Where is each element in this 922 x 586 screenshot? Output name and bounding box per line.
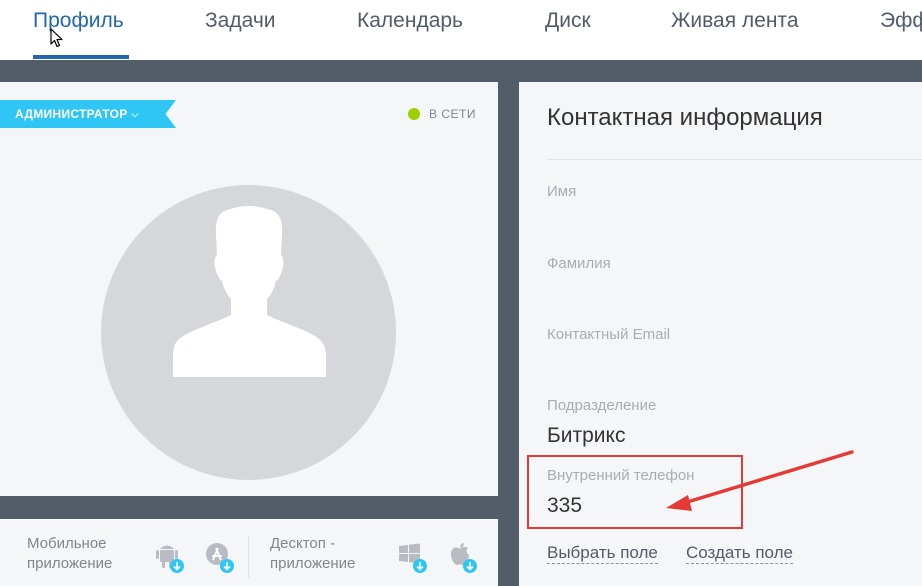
field-label-department: Подразделение xyxy=(547,397,657,414)
chevron-down-icon: ⌵ xyxy=(131,109,139,119)
avatar[interactable] xyxy=(101,185,396,480)
active-tab-indicator xyxy=(33,55,129,59)
windows-download-icon[interactable] xyxy=(398,541,428,575)
tab-calendar[interactable]: Календарь xyxy=(357,9,463,33)
tab-profile[interactable]: Профиль xyxy=(33,9,124,33)
top-navigation: Профиль Задачи Календарь Диск Живая лент… xyxy=(0,0,922,60)
role-badge[interactable]: АДМИНИСТРАТОР ⌵ xyxy=(0,100,176,128)
mobile-app-label: Мобильное приложение xyxy=(27,535,113,572)
contact-divider xyxy=(547,159,922,160)
field-value-first-name xyxy=(547,208,747,238)
field-value-department: Битрикс xyxy=(547,424,626,447)
apple-download-icon[interactable] xyxy=(448,541,478,575)
desktop-app-label: Десктоп - приложение xyxy=(270,535,356,572)
apps-divider xyxy=(248,536,249,578)
mouse-cursor-icon xyxy=(50,28,63,48)
tab-efficiency[interactable]: Эфф xyxy=(880,9,922,33)
online-dot-icon xyxy=(408,108,420,120)
contact-title: Контактная информация xyxy=(547,104,823,131)
tab-disk[interactable]: Диск xyxy=(545,9,591,33)
create-field-link[interactable]: Создать поле xyxy=(686,543,793,564)
user-silhouette-icon xyxy=(173,206,326,377)
select-field-link[interactable]: Выбрать поле xyxy=(547,543,658,564)
field-value-email xyxy=(547,351,747,381)
tab-tasks[interactable]: Задачи xyxy=(205,9,276,33)
online-status: В СЕТИ xyxy=(408,107,476,121)
field-label-email: Контактный Email xyxy=(547,326,671,343)
appstore-download-icon[interactable] xyxy=(205,541,235,575)
field-label-first-name: Имя xyxy=(547,183,577,200)
field-label-last-name: Фамилия xyxy=(547,255,611,272)
annotation-highlight-box xyxy=(527,455,743,529)
field-value-last-name xyxy=(547,280,747,310)
status-text: В СЕТИ xyxy=(429,107,476,121)
android-download-icon[interactable] xyxy=(155,541,185,575)
role-badge-label: АДМИНИСТРАТОР xyxy=(15,107,128,121)
tab-live-feed[interactable]: Живая лента xyxy=(671,9,799,33)
